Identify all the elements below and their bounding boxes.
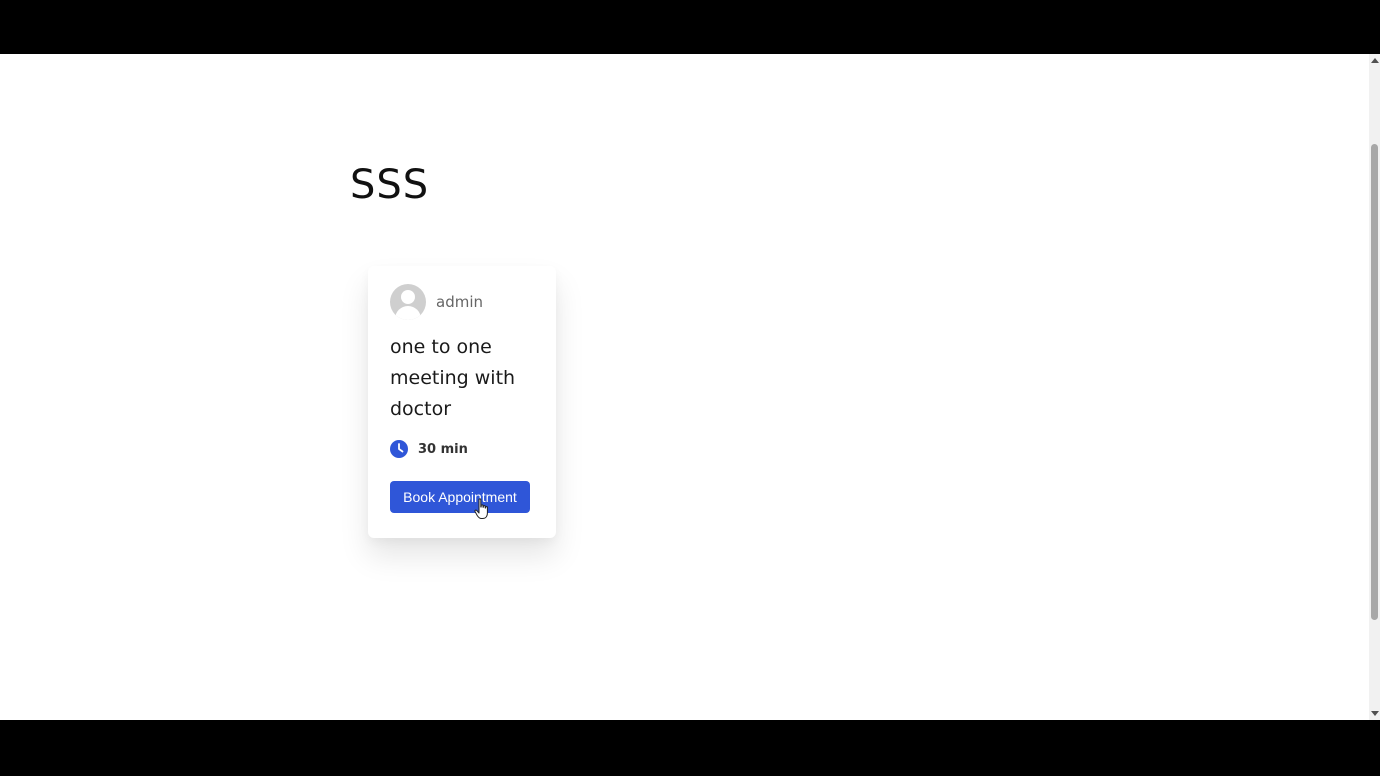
author-name: admin [436,293,483,311]
vertical-scrollbar[interactable] [1369,54,1380,720]
duration-text: 30 min [418,441,468,457]
page-title: SSS [350,162,430,208]
scroll-down-arrow-icon[interactable] [1371,711,1379,716]
event-title: one to one meeting with doctor [390,336,516,420]
letterbox-bottom [0,720,1380,776]
user-avatar-placeholder-icon [390,284,426,320]
event-duration: 30 min [390,440,468,458]
letterbox-top [0,0,1380,54]
avatar-head [401,290,415,304]
book-appointment-button[interactable]: Book Appointment [390,481,530,513]
scroll-up-arrow-icon[interactable] [1371,58,1379,63]
scrollbar-thumb[interactable] [1371,144,1378,620]
event-author: admin [390,284,483,320]
avatar-body [395,306,421,320]
clock-icon [390,440,408,458]
browser-viewport: SSS admin one to one meeting with doctor… [0,54,1380,720]
event-card: admin one to one meeting with doctor 30 … [368,266,556,538]
